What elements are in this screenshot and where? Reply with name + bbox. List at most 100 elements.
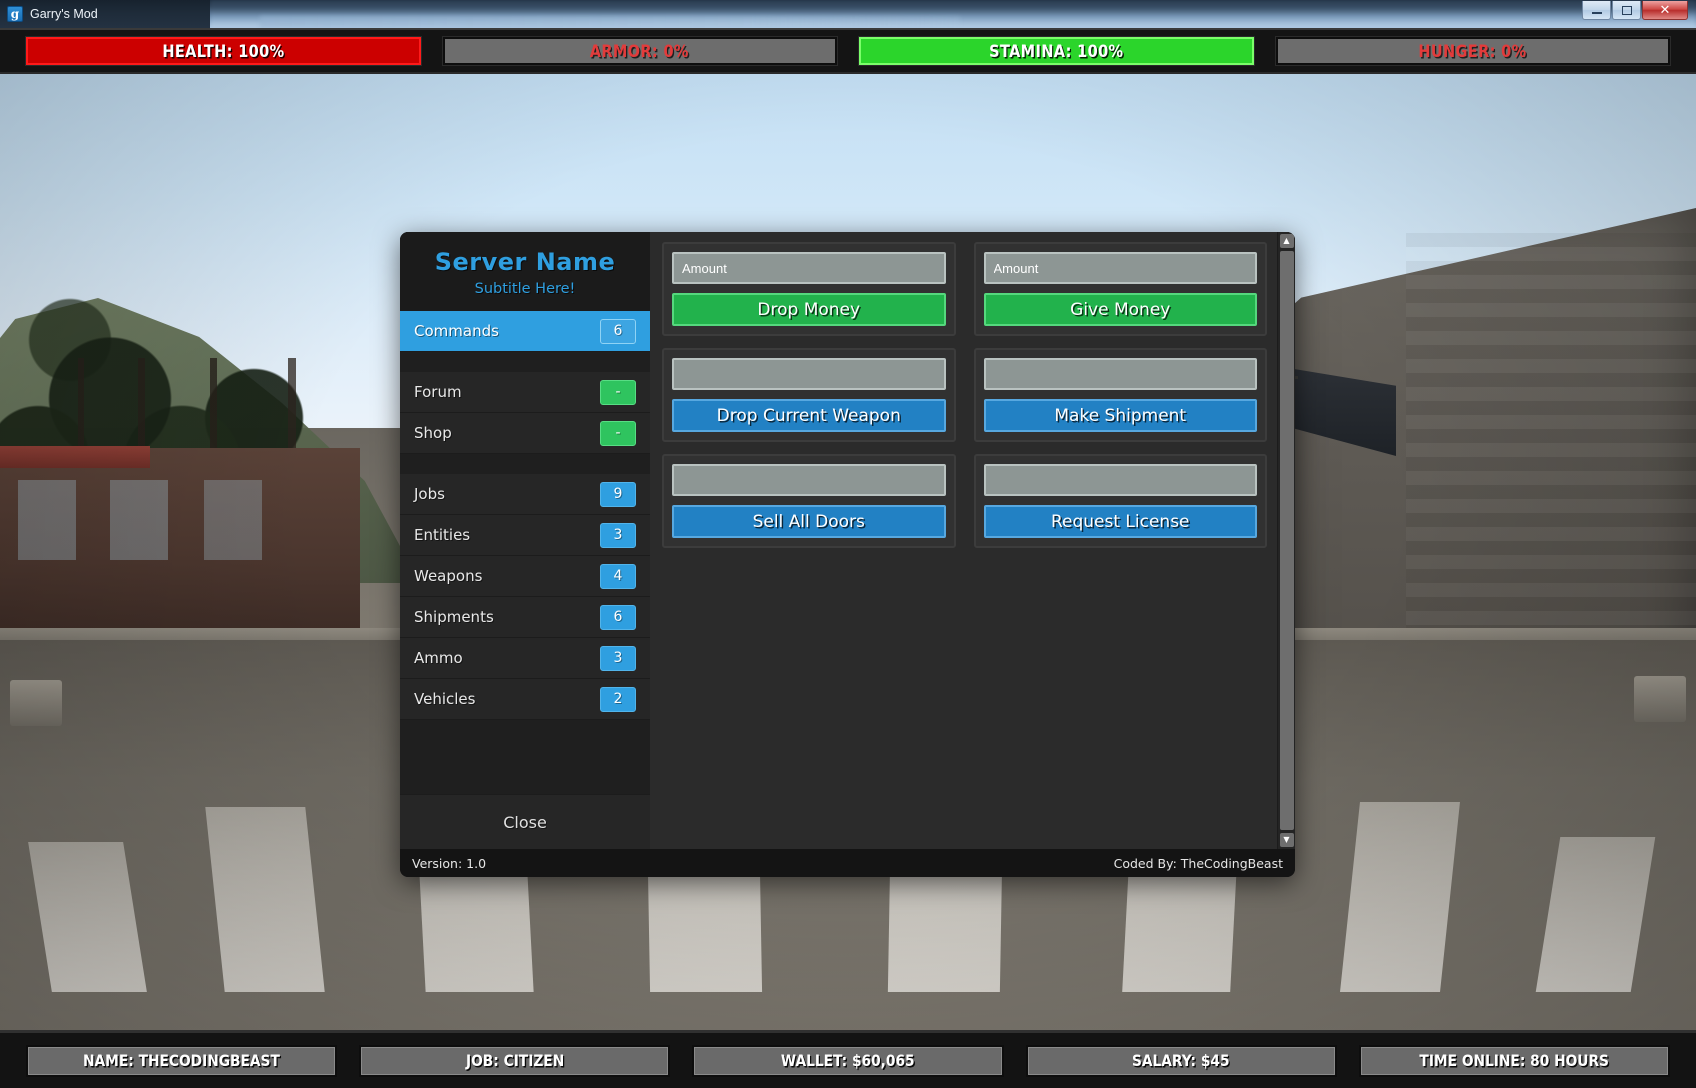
hud-salary-bar: SALARY: $45 bbox=[1025, 1044, 1337, 1077]
window-title: Garry's Mod bbox=[30, 7, 98, 21]
health-bar-label: HEALTH: 100% bbox=[162, 41, 285, 61]
minimize-button[interactable] bbox=[1582, 1, 1611, 20]
building-left-windows bbox=[18, 480, 338, 560]
hud-name-bar: NAME: THECODINGBEAST bbox=[26, 1044, 338, 1077]
sidebar-item-label: Weapons bbox=[414, 567, 483, 585]
sidebar-nav: Commands 6 Forum - Shop - Jobs 9 Entities 3 Weapon… bbox=[400, 311, 650, 794]
sidebar-item-badge: 6 bbox=[600, 604, 636, 630]
commands-panel: Drop Money Give Money Drop Current Weapon M… bbox=[650, 232, 1277, 849]
stamina-bar: STAMINA: 100% bbox=[859, 37, 1254, 65]
sidebar-item-badge: - bbox=[600, 420, 636, 446]
close-button-label: Close bbox=[503, 812, 547, 832]
sell-all-doors-input[interactable] bbox=[672, 464, 946, 496]
sidebar-divider bbox=[400, 454, 650, 474]
scrollbar-track[interactable] bbox=[1279, 251, 1294, 830]
sidebar-item-label: Forum bbox=[414, 383, 462, 401]
armor-bar: ARMOR: 0% bbox=[442, 37, 837, 65]
give-money-input[interactable] bbox=[983, 252, 1257, 284]
hud-wallet-bar: WALLET: $60,065 bbox=[692, 1044, 1004, 1077]
menu-body: Server Name Subtitle Here! Commands 6 Foru… bbox=[400, 232, 1295, 849]
sidebar-item-badge: 4 bbox=[600, 563, 636, 589]
make-shipment-button[interactable]: Make Shipment bbox=[983, 399, 1257, 432]
server-name: Server Name bbox=[434, 248, 616, 276]
hud-time-online-bar: TIME ONLINE: 80 HOURS bbox=[1358, 1044, 1671, 1077]
commands-grid: Drop Money Give Money Drop Current Weapon M… bbox=[662, 242, 1267, 548]
sidebar-item-commands[interactable]: Commands 6 bbox=[400, 311, 650, 352]
drop-current-weapon-input[interactable] bbox=[672, 358, 946, 390]
store-awning bbox=[0, 446, 150, 468]
background-app-menubar-blur bbox=[260, 16, 960, 28]
window-title-group: g Garry's Mod bbox=[0, 0, 210, 28]
sidebar-item-label: Shipments bbox=[414, 608, 494, 626]
sidebar-item-weapons[interactable]: Weapons 4 bbox=[400, 556, 650, 597]
hud-time-online-label: TIME ONLINE: 80 HOURS bbox=[1419, 1051, 1610, 1070]
drop-money-input[interactable] bbox=[672, 252, 946, 284]
give-money-button[interactable]: Give Money bbox=[983, 293, 1257, 326]
maximize-icon bbox=[1621, 5, 1632, 15]
window-titlebar: g Garry's Mod ✕ bbox=[0, 0, 1696, 28]
sell-all-doors-button[interactable]: Sell All Doors bbox=[672, 505, 946, 538]
hud-job-label: JOB: CITIZEN bbox=[465, 1051, 564, 1070]
close-window-button[interactable]: ✕ bbox=[1642, 1, 1688, 20]
sidebar-item-entities[interactable]: Entities 3 bbox=[400, 515, 650, 556]
sidebar-item-badge: 6 bbox=[600, 318, 636, 344]
sidebar-item-label: Vehicles bbox=[414, 690, 476, 708]
sidebar-item-label: Commands bbox=[414, 322, 499, 340]
drop-money-card: Drop Money bbox=[662, 242, 956, 336]
scrollbar-thumb[interactable] bbox=[1279, 251, 1294, 830]
sidebar-item-label: Shop bbox=[414, 424, 452, 442]
sidebar-item-badge: 3 bbox=[600, 522, 636, 548]
server-brand: Server Name Subtitle Here! bbox=[400, 232, 650, 311]
sidebar-item-ammo[interactable]: Ammo 3 bbox=[400, 638, 650, 679]
menu-content: Drop Money Give Money Drop Current Weapon M… bbox=[650, 232, 1295, 849]
drop-current-weapon-card: Drop Current Weapon bbox=[662, 348, 956, 442]
sidebar-item-label: Jobs bbox=[414, 485, 445, 503]
sidebar-item-jobs[interactable]: Jobs 9 bbox=[400, 474, 650, 515]
scroll-up-icon[interactable]: ▲ bbox=[1279, 234, 1294, 248]
sidebar-item-badge: 2 bbox=[600, 686, 636, 712]
make-shipment-card: Make Shipment bbox=[973, 348, 1267, 442]
hud-name-label: NAME: THECODINGBEAST bbox=[83, 1051, 281, 1070]
maximize-button[interactable] bbox=[1612, 1, 1641, 20]
sidebar-item-badge: 3 bbox=[600, 645, 636, 671]
give-money-card: Give Money bbox=[973, 242, 1267, 336]
drop-money-button[interactable]: Drop Money bbox=[672, 293, 946, 326]
menu-footer: Version: 1.0 Coded By: TheCodingBeast bbox=[400, 849, 1295, 877]
make-shipment-input[interactable] bbox=[983, 358, 1257, 390]
sidebar-item-shipments[interactable]: Shipments 6 bbox=[400, 597, 650, 638]
close-button[interactable]: Close bbox=[400, 794, 650, 849]
hud-wallet-label: WALLET: $60,065 bbox=[781, 1051, 915, 1070]
screen: HEALTH: 100% ARMOR: 0% STAMINA: 100% HUN… bbox=[0, 0, 1696, 1088]
scroll-down-icon[interactable]: ▼ bbox=[1279, 833, 1294, 847]
hunger-bar-label: HUNGER: 0% bbox=[1418, 41, 1527, 61]
armor-bar-label: ARMOR: 0% bbox=[590, 41, 690, 61]
bollard-left bbox=[10, 680, 62, 726]
stamina-bar-label: STAMINA: 100% bbox=[989, 41, 1124, 61]
sidebar-item-shop[interactable]: Shop - bbox=[400, 413, 650, 454]
sell-all-doors-card: Sell All Doors bbox=[662, 454, 956, 548]
bollard-right bbox=[1634, 676, 1686, 722]
window-controls: ✕ bbox=[1582, 1, 1688, 20]
version-label: Version: 1.0 bbox=[412, 855, 487, 871]
sidebar-item-forum[interactable]: Forum - bbox=[400, 372, 650, 413]
server-subtitle: Subtitle Here! bbox=[474, 281, 576, 297]
drop-current-weapon-button[interactable]: Drop Current Weapon bbox=[672, 399, 946, 432]
credit-label: Coded By: TheCodingBeast bbox=[1113, 855, 1283, 871]
health-bar: HEALTH: 100% bbox=[26, 37, 421, 65]
request-license-card: Request License bbox=[973, 454, 1267, 548]
content-scrollbar[interactable]: ▲ ▼ bbox=[1277, 232, 1295, 849]
request-license-button[interactable]: Request License bbox=[983, 505, 1257, 538]
sidebar-item-badge: 9 bbox=[600, 481, 636, 507]
sidebar-item-badge: - bbox=[600, 379, 636, 405]
sidebar-item-label: Ammo bbox=[414, 649, 463, 667]
request-license-input[interactable] bbox=[983, 464, 1257, 496]
sidebar-item-vehicles[interactable]: Vehicles 2 bbox=[400, 679, 650, 720]
hud-top-bars: HEALTH: 100% ARMOR: 0% STAMINA: 100% HUN… bbox=[0, 28, 1696, 74]
minimize-icon bbox=[1591, 12, 1602, 14]
menu-sidebar: Server Name Subtitle Here! Commands 6 Foru… bbox=[400, 232, 650, 849]
hunger-bar: HUNGER: 0% bbox=[1275, 37, 1670, 65]
hud-bottom-bars: NAME: THECODINGBEAST JOB: CITIZEN WALLET: … bbox=[0, 1030, 1696, 1088]
sidebar-item-label: Entities bbox=[414, 526, 471, 544]
hud-salary-label: SALARY: $45 bbox=[1132, 1051, 1231, 1070]
gmod-logo-icon: g bbox=[7, 6, 23, 22]
